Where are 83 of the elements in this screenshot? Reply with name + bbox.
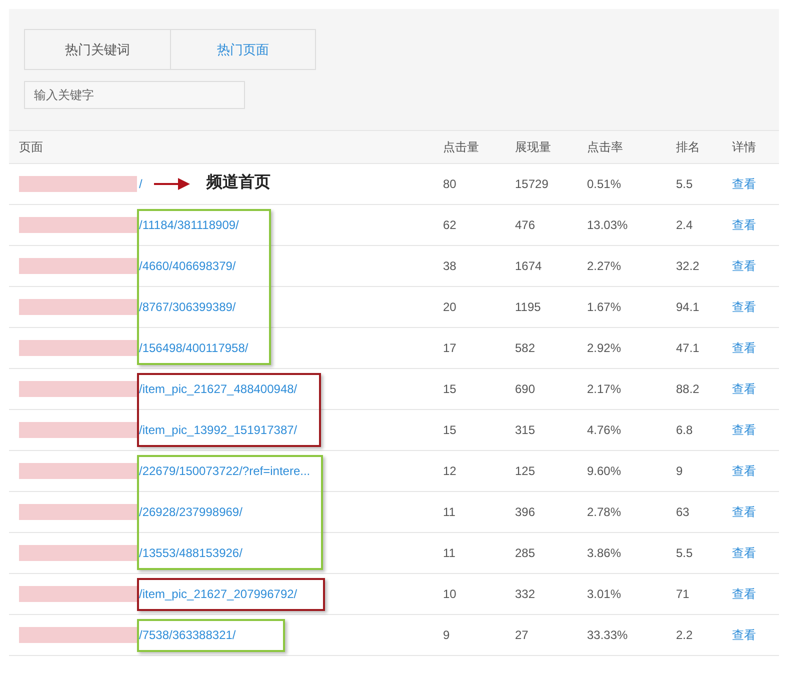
view-link[interactable]: 查看 xyxy=(732,339,756,357)
table-cell-text: 94.1 xyxy=(676,299,700,316)
table-cell-text: 80 xyxy=(443,176,458,193)
table-cell-text: 32.2 xyxy=(676,258,700,275)
table-cell-text: 9 xyxy=(676,463,684,480)
page-link[interactable]: /4660/406698379/ xyxy=(139,257,236,275)
page-link[interactable]: /156498/400117958/ xyxy=(139,339,248,357)
arrow-icon xyxy=(154,178,190,190)
page-link[interactable]: /item_pic_13992_151917387/ xyxy=(139,421,298,439)
annotation-text: 频道首页 xyxy=(206,172,270,192)
table-cell-text: 20 xyxy=(443,299,458,316)
view-link[interactable]: 查看 xyxy=(732,626,756,644)
table-cell-text: 17 xyxy=(443,340,458,357)
column-header: 点击率 xyxy=(587,139,623,156)
table-cell-text: 1.67% xyxy=(587,299,622,316)
table-cell-text: 38 xyxy=(443,258,458,275)
page-link[interactable]: /item_pic_21627_488400948/ xyxy=(139,380,298,398)
table-cell-text: 582 xyxy=(515,340,536,357)
table-cell-text: 15 xyxy=(443,422,458,439)
table-cell-text: 1674 xyxy=(515,258,543,275)
table-cell-text: 2.2 xyxy=(676,627,694,644)
table-cell-text: 2.92% xyxy=(587,340,622,357)
table-cell-text: 2.78% xyxy=(587,504,622,521)
table-cell-text: 3.86% xyxy=(587,545,622,562)
page-link[interactable]: /7538/363388321/ xyxy=(139,626,236,644)
column-header: 展现量 xyxy=(515,139,551,156)
table-cell-text: 396 xyxy=(515,504,536,521)
table-cell-text: 476 xyxy=(515,217,536,234)
tab[interactable]: 热门关键词 xyxy=(24,29,170,70)
page-link[interactable]: /11184/381118909/ xyxy=(139,216,239,234)
page-link[interactable]: /13553/488153926/ xyxy=(139,544,242,562)
view-link[interactable]: 查看 xyxy=(732,462,756,480)
table-cell-text: 3.01% xyxy=(587,586,622,603)
table-cell-text: 63 xyxy=(676,504,690,521)
view-link[interactable]: 查看 xyxy=(732,380,756,398)
table-cell-text: 690 xyxy=(515,381,536,398)
view-link[interactable]: 查看 xyxy=(732,585,756,603)
table-cell-text: 27 xyxy=(515,627,530,644)
table-cell-text: 47.1 xyxy=(676,340,700,357)
table-cell-text: 9 xyxy=(443,627,451,644)
table-cell-text: 13.03% xyxy=(587,217,629,234)
table-cell-text: 12 xyxy=(443,463,458,480)
table-cell-text: 11 xyxy=(443,504,456,521)
page-link[interactable]: /8767/306399389/ xyxy=(139,298,236,316)
page-link[interactable]: /26928/237998969/ xyxy=(139,503,242,521)
view-link[interactable]: 查看 xyxy=(732,257,756,275)
table-cell-text: 285 xyxy=(515,545,536,562)
tab[interactable]: 热门页面 xyxy=(170,29,316,70)
page-link[interactable]: / xyxy=(139,175,142,193)
table-cell-text: 10 xyxy=(443,586,458,603)
table-cell-text: 315 xyxy=(515,422,536,439)
view-link[interactable]: 查看 xyxy=(732,298,756,316)
search-field[interactable]: 输入关键字 xyxy=(24,81,245,109)
table-cell-text: 2.17% xyxy=(587,381,622,398)
table-cell-text: 0.51% xyxy=(587,176,622,193)
table-cell-text: 332 xyxy=(515,586,536,603)
table-cell-text: 5.5 xyxy=(676,176,694,193)
column-header: 页面 xyxy=(19,139,43,156)
table-cell-text: 88.2 xyxy=(676,381,700,398)
table-cell-text: 9.60% xyxy=(587,463,622,480)
view-link[interactable]: 查看 xyxy=(732,544,756,562)
table-cell-text: 71 xyxy=(676,586,690,603)
table-cell-text: 4.76% xyxy=(587,422,622,439)
table-cell-text: 62 xyxy=(443,217,458,234)
table-cell-text: 33.33% xyxy=(587,627,629,644)
view-link[interactable]: 查看 xyxy=(732,421,756,439)
view-link[interactable]: 查看 xyxy=(732,175,756,193)
column-header: 点击量 xyxy=(443,139,479,156)
table-cell-text: 5.5 xyxy=(676,545,694,562)
column-header: 排名 xyxy=(676,139,700,156)
column-header: 详情 xyxy=(732,139,756,156)
view-link[interactable]: 查看 xyxy=(732,503,756,521)
table-cell-text: 11 xyxy=(443,545,456,562)
table-cell-text: 1195 xyxy=(515,299,542,316)
table-cell-text: 2.27% xyxy=(587,258,622,275)
view-link[interactable]: 查看 xyxy=(732,216,756,234)
table-cell-text: 15 xyxy=(443,381,458,398)
table-cell-text: 6.8 xyxy=(676,422,694,439)
page-link[interactable]: /22679/150073722/?ref=intere... xyxy=(139,462,310,480)
table-cell-text: 2.4 xyxy=(676,217,694,234)
table-cell-text: 15729 xyxy=(515,176,550,193)
page-link[interactable]: /item_pic_21627_207996792/ xyxy=(139,585,298,603)
table-cell-text: 125 xyxy=(515,463,536,480)
